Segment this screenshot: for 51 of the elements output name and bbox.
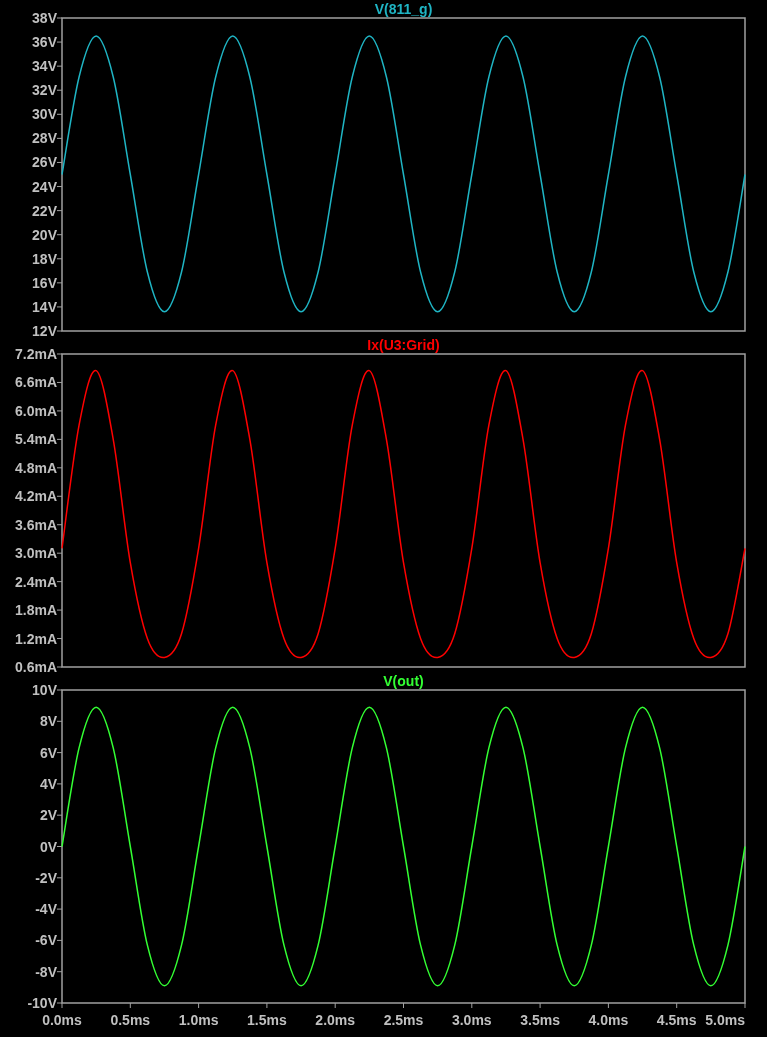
- axis-tick-label: 4.5ms: [656, 1012, 697, 1028]
- axis-tick-label: 32V: [32, 82, 57, 99]
- axis-tick-label: 34V: [32, 58, 57, 75]
- axis-tick-label: 1.0ms: [178, 1012, 219, 1028]
- axis-tick-label: 5.0ms: [705, 1012, 745, 1028]
- axis-tick-label: 10V: [32, 682, 57, 698]
- axis-tick-label: 28V: [32, 130, 57, 147]
- axis-tick-label: 2.0ms: [315, 1012, 356, 1028]
- axis-tick-label: -4V: [35, 901, 57, 918]
- axis-tick-label: 16V: [32, 274, 57, 291]
- axis-tick-label: 2.5ms: [383, 1012, 424, 1028]
- axis-tick-label: 3.0mA: [14, 545, 57, 562]
- axis-tick-label: -8V: [35, 963, 57, 980]
- axis-tick-label: 6.6mA: [14, 374, 57, 391]
- axis-tick-label: 24V: [32, 178, 57, 195]
- axis-tick-label: 3.0ms: [451, 1012, 492, 1028]
- axis-tick-label: 4V: [39, 775, 57, 792]
- axis-tick-label: 14V: [32, 298, 57, 315]
- trace-label: V(out): [383, 673, 424, 689]
- axis-tick-label: -10V: [27, 995, 57, 1011]
- axis-tick-label: 18V: [32, 250, 57, 267]
- axis-tick-label: 4.8mA: [14, 459, 57, 476]
- axis-tick-label: 6V: [39, 744, 57, 761]
- axis-tick-label: 2.4mA: [14, 573, 57, 590]
- axis-tick-label: 4.0ms: [588, 1012, 629, 1028]
- axis-tick-label: 3.6mA: [14, 516, 57, 533]
- axis-tick-label: 30V: [32, 106, 57, 123]
- axis-tick-label: 0.0ms: [42, 1012, 82, 1028]
- axis-tick-label: 0.6mA: [14, 659, 57, 672]
- axis-tick-label: -6V: [35, 932, 57, 949]
- axis-tick-label: 5.4mA: [14, 431, 57, 448]
- axis-tick-label: 12V: [32, 323, 57, 336]
- axis-tick-label: 1.2mA: [14, 630, 57, 647]
- axis-tick-label: -2V: [35, 869, 57, 886]
- axis-tick-label: 0V: [39, 838, 57, 855]
- axis-tick-label: 22V: [32, 202, 57, 219]
- trace-label: V(811_g): [374, 1, 433, 17]
- axis-tick-label: 4.2mA: [14, 488, 57, 505]
- axis-tick-label: 0.5ms: [110, 1012, 151, 1028]
- axis-tick-label: 26V: [32, 154, 57, 171]
- axis-tick-label: 1.5ms: [247, 1012, 287, 1028]
- axis-tick-label: 8V: [39, 713, 57, 730]
- axis-tick-label: 3.5ms: [520, 1012, 560, 1028]
- axis-tick-label: 38V: [32, 10, 57, 26]
- trace-label: Ix(U3:Grid): [367, 337, 440, 353]
- axis-tick-label: 36V: [32, 34, 57, 51]
- axis-tick-label: 7.2mA: [14, 346, 57, 362]
- axis-tick-label: 2V: [39, 807, 57, 824]
- axis-tick-label: 20V: [32, 226, 57, 243]
- axis-tick-label: 6.0mA: [14, 402, 57, 419]
- axis-tick-label: 1.8mA: [14, 602, 57, 619]
